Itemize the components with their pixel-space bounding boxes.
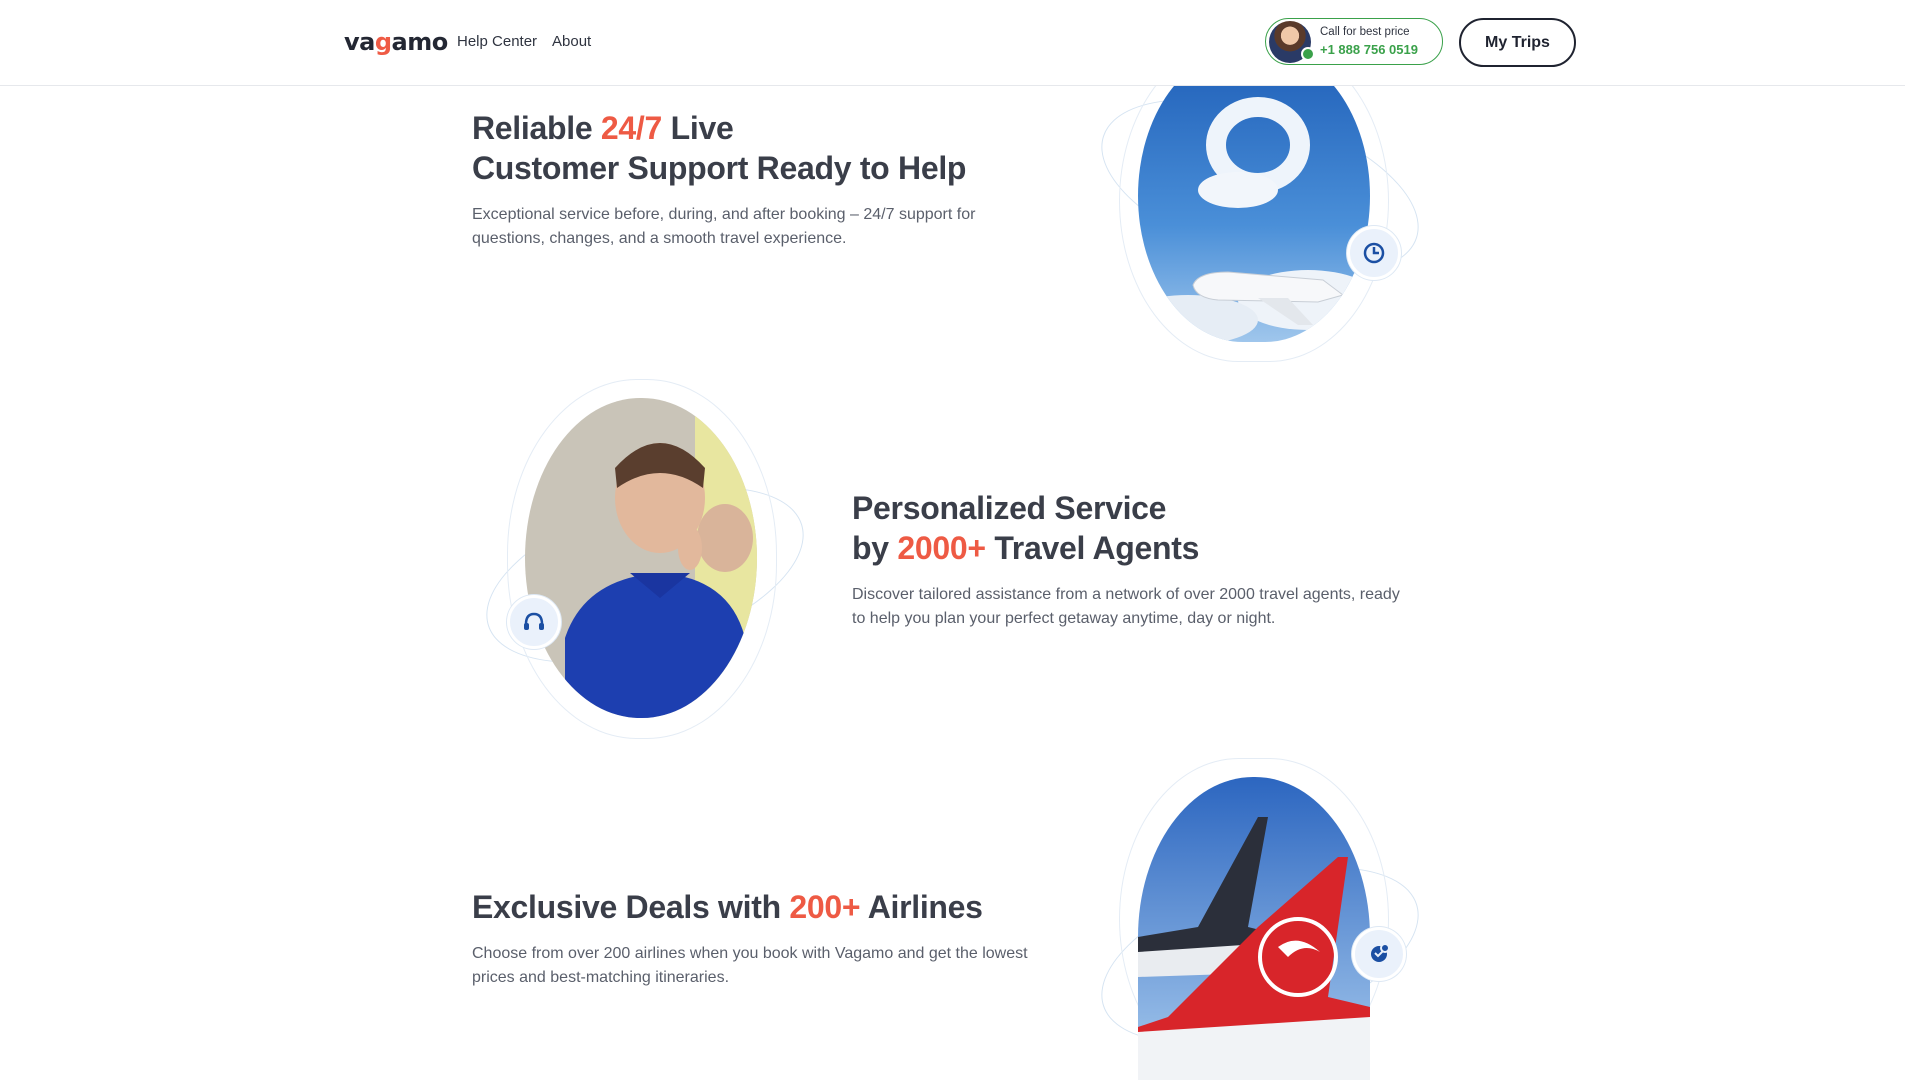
description-line-1: Discover tailored assistance from a netw… bbox=[852, 586, 1400, 603]
call-for-price-button[interactable]: Call for best price +1 888 756 0519 bbox=[1265, 18, 1443, 65]
description-line-1: Choose from over 200 airlines when you b… bbox=[472, 945, 1028, 962]
airline-tails-image bbox=[1138, 777, 1370, 1080]
feature-agents-title: Personalized Service by 2000+ Travel Age… bbox=[852, 488, 1199, 568]
call-label: Call for best price bbox=[1320, 26, 1410, 38]
site-header: vagamo Help Center About Call for best p… bbox=[0, 0, 1905, 86]
title-text: Airlines bbox=[860, 889, 983, 925]
call-phone-number: +1 888 756 0519 bbox=[1320, 42, 1418, 57]
nav-help-center[interactable]: Help Center bbox=[457, 33, 537, 50]
phone-icon bbox=[1301, 47, 1315, 61]
support-refresh-icon bbox=[1347, 226, 1401, 280]
headset-icon bbox=[507, 595, 561, 649]
agent-photo bbox=[525, 398, 757, 718]
vagamo-logo[interactable]: vagamo bbox=[344, 28, 448, 56]
description-line-2: to help you plan your perfect getaway an… bbox=[852, 610, 1276, 627]
title-highlight: 2000+ bbox=[897, 530, 986, 566]
feature-agents-description: Discover tailored assistance from a netw… bbox=[852, 583, 1400, 631]
title-highlight: 24/7 bbox=[600, 110, 663, 146]
description-line-1: Exceptional service before, during, and … bbox=[472, 206, 976, 223]
feature-airlines-title: Exclusive Deals with 200+ Airlines bbox=[472, 887, 983, 927]
description-line-2: questions, changes, and a smooth travel … bbox=[472, 230, 847, 247]
airline-tails-illustration bbox=[1138, 777, 1370, 1080]
title-text: by bbox=[852, 530, 898, 566]
description-line-2: prices and best-matching itineraries. bbox=[472, 969, 730, 986]
title-text: Live bbox=[662, 110, 734, 146]
airplane-sky-image bbox=[1138, 50, 1370, 342]
globe-deal-icon bbox=[1352, 927, 1406, 981]
logo-text-end: amo bbox=[391, 28, 449, 56]
my-trips-button[interactable]: My Trips bbox=[1459, 18, 1576, 67]
agent-illustration bbox=[525, 398, 757, 718]
logo-text-accent: g bbox=[374, 28, 392, 56]
title-text: Travel Agents bbox=[985, 530, 1200, 566]
nav-about[interactable]: About bbox=[552, 33, 591, 50]
title-highlight: 200+ bbox=[789, 889, 861, 925]
logo-text-start: va bbox=[344, 28, 375, 56]
title-text: Reliable bbox=[472, 110, 601, 146]
title-line-1: Personalized Service bbox=[852, 490, 1167, 526]
feature-airlines-description: Choose from over 200 airlines when you b… bbox=[472, 942, 1028, 990]
airplane-clouds-illustration bbox=[1138, 50, 1370, 342]
feature-support-title: Reliable 24/7 Live Customer Support Read… bbox=[472, 108, 966, 188]
title-text: Exclusive Deals with bbox=[472, 889, 790, 925]
feature-support-description: Exceptional service before, during, and … bbox=[472, 203, 975, 251]
title-line-2: Customer Support Ready to Help bbox=[472, 150, 967, 186]
